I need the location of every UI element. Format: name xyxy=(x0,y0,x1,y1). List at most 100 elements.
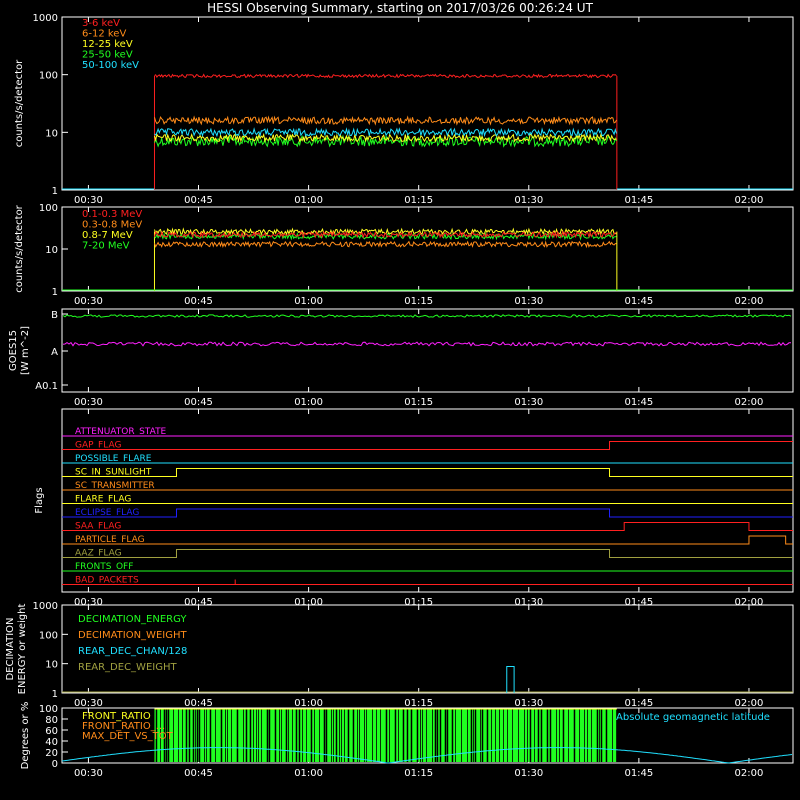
x-tick-label: 01:00 xyxy=(294,698,323,709)
legend-entry: 3-6 keV xyxy=(82,18,120,29)
y-axis-label: DECIMATION xyxy=(5,617,16,680)
y-tick-label: 10 xyxy=(45,128,58,139)
x-tick-label: 02:00 xyxy=(735,296,764,307)
flag-label: AAZ_FLAG xyxy=(75,549,122,559)
flag-label: SAA_FLAG xyxy=(75,522,121,532)
flag-label: BAD_PACKETS xyxy=(75,576,139,586)
flag-line-ECLIPSE_FLAG xyxy=(62,508,793,518)
series-line-0.3-0.8 MeV xyxy=(154,240,617,249)
hessi-summary-chart: HESSI Observing Summary, starting on 201… xyxy=(5,1,794,779)
legend-entry: DECIMATION_WEIGHT xyxy=(78,630,187,641)
x-tick-label: 01:15 xyxy=(404,698,433,709)
panel-frame-1 xyxy=(61,206,794,292)
legend-entry: 50-100 keV xyxy=(82,60,139,71)
flag-label: PARTICLE_FLAG xyxy=(75,535,145,545)
y-tick-label: 100 xyxy=(39,71,58,82)
y-tick-label: 10 xyxy=(45,245,58,256)
x-tick-label: 00:45 xyxy=(184,195,213,206)
x-tick-label: 01:00 xyxy=(294,768,323,779)
x-tick-label: 01:45 xyxy=(624,768,653,779)
x-tick-label: 00:45 xyxy=(184,397,213,408)
y-axis-label: counts/s/detector xyxy=(14,204,25,292)
flag-line-PARTICLE_FLAG xyxy=(62,535,793,545)
series-line-goes-short xyxy=(62,341,792,347)
x-tick-label: 01:45 xyxy=(624,296,653,307)
y-tick-label: A0.1 xyxy=(35,381,58,392)
x-tick-label: 01:45 xyxy=(624,698,653,709)
y-tick-label: B xyxy=(51,310,58,321)
y-tick-label: 100 xyxy=(39,704,58,715)
y-tick-label: 10 xyxy=(45,660,58,671)
y-tick-label: 1 xyxy=(52,186,58,197)
flag-label: POSSIBLE_FLARE xyxy=(75,454,152,464)
x-tick-label: 00:30 xyxy=(74,397,103,408)
y-tick-label: 60 xyxy=(45,726,58,737)
legend-entry: REAR_DEC_CHAN/128 xyxy=(78,646,187,657)
flag-line-SAA_FLAG xyxy=(62,522,793,531)
legend-entry: 0.3-0.8 MeV xyxy=(82,220,142,231)
x-tick-label: 00:30 xyxy=(74,195,103,206)
legend-entry: 0.8-7 MeV xyxy=(82,230,133,241)
x-tick-label: 00:45 xyxy=(184,296,213,307)
x-tick-label: 01:30 xyxy=(514,768,543,779)
y-tick-label: 1000 xyxy=(33,601,58,612)
flag-label: FRONTS_OFF xyxy=(75,562,133,572)
legend-entry: REAR_DEC_WEIGHT xyxy=(78,662,177,673)
legend-entry: 6-12 keV xyxy=(82,29,126,40)
flag-label: ECLIPSE_FLAG xyxy=(75,508,139,518)
series-line-50-100 keV xyxy=(154,127,617,138)
y-tick-label: 100 xyxy=(39,630,58,641)
y-tick-label: A xyxy=(51,347,58,358)
legend-entry: MAX_DET_VS_TOT xyxy=(82,731,174,742)
x-tick-label: 01:00 xyxy=(294,397,323,408)
x-tick-label: 01:15 xyxy=(404,768,433,779)
legend-entry: 7-20 MeV xyxy=(82,241,130,252)
flag-label: GAP_FLAG xyxy=(75,441,121,451)
x-tick-label: 01:00 xyxy=(294,195,323,206)
y-axis-label: Degrees or % xyxy=(20,702,31,770)
legend-entry: 0.1-0.3 MeV xyxy=(82,209,142,220)
y-axis-label-2: ENERGY or weight xyxy=(17,604,28,695)
series-line-3-6 keV xyxy=(154,73,617,79)
rear-dec-spike xyxy=(506,666,515,693)
y-tick-label: 1 xyxy=(52,689,58,700)
x-tick-label: 01:30 xyxy=(514,698,543,709)
x-tick-label: 01:15 xyxy=(404,397,433,408)
x-tick-label: 00:30 xyxy=(74,768,103,779)
x-tick-label: 01:15 xyxy=(404,195,433,206)
x-tick-label: 00:45 xyxy=(184,768,213,779)
panel-frame-0 xyxy=(61,16,794,191)
x-tick-label: 01:45 xyxy=(624,397,653,408)
x-tick-label: 02:00 xyxy=(735,768,764,779)
x-tick-label: 01:15 xyxy=(404,296,433,307)
y-tick-label: 0 xyxy=(52,759,58,770)
flag-line-SC_IN_SUNLIGHT xyxy=(62,468,793,477)
x-tick-label: 02:00 xyxy=(735,195,764,206)
panel-frame-2 xyxy=(61,308,794,393)
flag-line-GAP_FLAG xyxy=(62,441,793,450)
legend-entry: DECIMATION_ENERGY xyxy=(78,614,187,625)
y-axis-label: Flags xyxy=(34,487,45,513)
latitude-annotation: Absolute geomagnetic latitude xyxy=(616,712,770,723)
x-tick-label: 01:30 xyxy=(514,296,543,307)
x-tick-label: 01:45 xyxy=(624,195,653,206)
flag-label: ATTENUATOR_STATE xyxy=(75,427,167,437)
series-line-6-12 keV xyxy=(154,115,617,126)
y-tick-label: 80 xyxy=(45,715,58,726)
y-tick-label: 1000 xyxy=(33,13,58,24)
flag-label: SC_TRANSMITTER xyxy=(75,481,155,491)
x-tick-label: 01:30 xyxy=(514,397,543,408)
y-tick-label: 40 xyxy=(45,737,58,748)
x-tick-label: 02:00 xyxy=(735,698,764,709)
y-tick-label: 100 xyxy=(39,203,58,214)
legend-entry: 12-25 keV xyxy=(82,39,133,50)
legend-entry: 25-50 keV xyxy=(82,50,133,61)
flag-line-AAZ_FLAG xyxy=(62,549,793,558)
y-axis-unit: [W m^-2] xyxy=(20,326,31,375)
chart-title: HESSI Observing Summary, starting on 201… xyxy=(207,1,593,15)
panels: 00:30 00:45 01:00 01:15 01:30 01:45 02:0011010… xyxy=(5,13,794,779)
x-tick-label: 00:30 xyxy=(74,698,103,709)
x-tick-label: 01:30 xyxy=(514,195,543,206)
flag-label: SC_IN_SUNLIGHT xyxy=(75,468,152,478)
y-axis-label: GOES15 xyxy=(8,330,19,371)
